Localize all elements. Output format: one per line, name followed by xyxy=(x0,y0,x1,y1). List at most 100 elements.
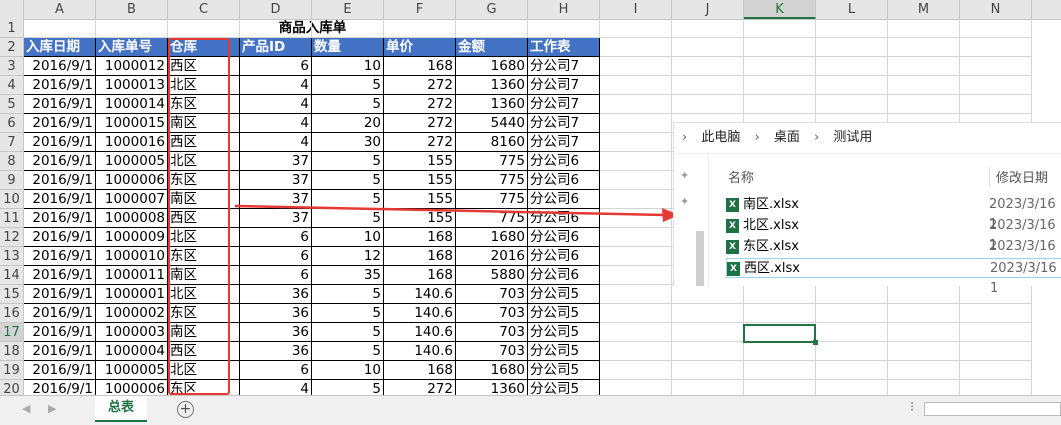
table-cell[interactable]: 6 xyxy=(240,266,312,285)
table-header-cell[interactable]: 数量 xyxy=(312,38,384,57)
table-cell[interactable]: 5 xyxy=(312,76,384,95)
table-cell[interactable]: 分公司6 xyxy=(528,190,600,209)
column-header-l[interactable]: L xyxy=(816,0,888,19)
row-header[interactable]: 18 xyxy=(0,342,24,361)
grid-cell[interactable] xyxy=(600,247,672,266)
grid-cell[interactable] xyxy=(816,304,888,323)
grid-cell[interactable] xyxy=(600,57,672,76)
grid-cell[interactable] xyxy=(816,361,888,380)
row-header[interactable]: 6 xyxy=(0,114,24,133)
table-cell[interactable]: 2016/9/1 xyxy=(24,228,96,247)
column-header-h[interactable]: H xyxy=(528,0,600,19)
column-header-g[interactable]: G xyxy=(456,0,528,19)
grid-cell[interactable] xyxy=(384,19,456,38)
sheet-tab-total[interactable]: 总表 xyxy=(95,396,147,422)
grid-cell[interactable] xyxy=(600,323,672,342)
table-cell[interactable]: 4 xyxy=(240,76,312,95)
grid-cell[interactable] xyxy=(816,95,888,114)
file-item[interactable]: X东区.xlsx2023/3/16 1 xyxy=(726,237,1061,274)
grid-cell[interactable] xyxy=(528,19,600,38)
table-cell[interactable]: 5880 xyxy=(456,266,528,285)
table-cell[interactable]: 分公司5 xyxy=(528,285,600,304)
table-cell[interactable]: 1000004 xyxy=(96,342,168,361)
table-cell[interactable]: 分公司5 xyxy=(528,323,600,342)
table-cell[interactable]: 1360 xyxy=(456,76,528,95)
table-cell[interactable]: 5 xyxy=(312,95,384,114)
file-item[interactable]: X 南区.xlsx 2023/3/16 1 xyxy=(726,195,1061,232)
table-cell[interactable]: 12 xyxy=(312,247,384,266)
table-cell[interactable]: 35 xyxy=(312,266,384,285)
table-cell[interactable]: 分公司7 xyxy=(528,76,600,95)
column-header-c[interactable]: C xyxy=(168,0,240,19)
grid-cell[interactable] xyxy=(312,19,384,38)
table-cell[interactable]: 155 xyxy=(384,209,456,228)
grid-cell[interactable] xyxy=(600,19,672,38)
grid-cell[interactable] xyxy=(960,342,1032,361)
table-cell[interactable]: 2016/9/1 xyxy=(24,95,96,114)
table-cell[interactable]: 775 xyxy=(456,190,528,209)
grid-cell[interactable] xyxy=(816,19,888,38)
table-cell[interactable]: 2016/9/1 xyxy=(24,342,96,361)
column-header-a[interactable]: A xyxy=(24,0,96,19)
row-header[interactable]: 9 xyxy=(0,171,24,190)
table-cell[interactable]: 南区 xyxy=(168,114,240,133)
grid-cell[interactable] xyxy=(96,19,168,38)
grid-cell[interactable] xyxy=(960,57,1032,76)
table-cell[interactable]: 分公司6 xyxy=(528,266,600,285)
table-cell[interactable]: 37 xyxy=(240,190,312,209)
table-cell[interactable]: 168 xyxy=(384,57,456,76)
table-cell[interactable]: 703 xyxy=(456,342,528,361)
table-cell[interactable]: 1000009 xyxy=(96,228,168,247)
more-options-icon[interactable]: ⁝ xyxy=(910,400,914,415)
table-cell[interactable]: 1000006 xyxy=(96,171,168,190)
table-cell[interactable]: 36 xyxy=(240,342,312,361)
row-header[interactable]: 15 xyxy=(0,285,24,304)
table-cell[interactable]: 6 xyxy=(240,361,312,380)
row-header[interactable]: 19 xyxy=(0,361,24,380)
grid-cell[interactable] xyxy=(600,152,672,171)
grid-cell[interactable] xyxy=(888,95,960,114)
table-cell[interactable]: 775 xyxy=(456,152,528,171)
table-cell[interactable]: 分公司6 xyxy=(528,228,600,247)
grid-cell[interactable] xyxy=(600,95,672,114)
table-cell[interactable]: 1680 xyxy=(456,228,528,247)
table-cell[interactable]: 西区 xyxy=(168,209,240,228)
grid-cell[interactable] xyxy=(744,361,816,380)
table-cell[interactable]: 6 xyxy=(240,247,312,266)
row-header[interactable]: 11 xyxy=(0,209,24,228)
table-cell[interactable]: 北区 xyxy=(168,152,240,171)
table-cell[interactable]: 775 xyxy=(456,171,528,190)
grid-cell[interactable] xyxy=(600,266,672,285)
table-header-cell[interactable]: 仓库 xyxy=(168,38,240,57)
grid-cell[interactable] xyxy=(672,19,744,38)
file-item[interactable]: X 北区.xlsx 2023/3/16 1 xyxy=(726,216,1061,253)
table-cell[interactable]: 1000003 xyxy=(96,323,168,342)
table-cell[interactable]: 4 xyxy=(240,114,312,133)
grid-cell[interactable] xyxy=(816,38,888,57)
grid-cell[interactable] xyxy=(960,38,1032,57)
table-header-cell[interactable]: 入库单号 xyxy=(96,38,168,57)
add-sheet-icon[interactable]: + xyxy=(177,401,194,418)
grid-cell[interactable] xyxy=(960,323,1032,342)
table-cell[interactable]: 703 xyxy=(456,323,528,342)
column-header-e[interactable]: E xyxy=(312,0,384,19)
table-cell[interactable]: 1360 xyxy=(456,95,528,114)
table-cell[interactable]: 分公司7 xyxy=(528,114,600,133)
table-cell[interactable]: 703 xyxy=(456,285,528,304)
table-cell[interactable]: 2016/9/1 xyxy=(24,76,96,95)
grid-cell[interactable] xyxy=(24,19,96,38)
table-cell[interactable]: 分公司5 xyxy=(528,342,600,361)
table-cell[interactable]: 分公司7 xyxy=(528,95,600,114)
grid-cell[interactable] xyxy=(744,342,816,361)
table-cell[interactable]: 10 xyxy=(312,228,384,247)
table-cell[interactable]: 272 xyxy=(384,133,456,152)
table-cell[interactable]: 1000012 xyxy=(96,57,168,76)
grid-cell[interactable] xyxy=(600,285,672,304)
table-cell[interactable]: 4 xyxy=(240,133,312,152)
grid-cell[interactable] xyxy=(888,361,960,380)
row-header[interactable]: 2 xyxy=(0,38,24,57)
file-item[interactable]: X 西区.xlsx 2023/3/16 1 xyxy=(726,258,1061,296)
grid-cell[interactable] xyxy=(888,19,960,38)
grid-cell[interactable] xyxy=(600,171,672,190)
table-cell[interactable]: 5 xyxy=(312,285,384,304)
